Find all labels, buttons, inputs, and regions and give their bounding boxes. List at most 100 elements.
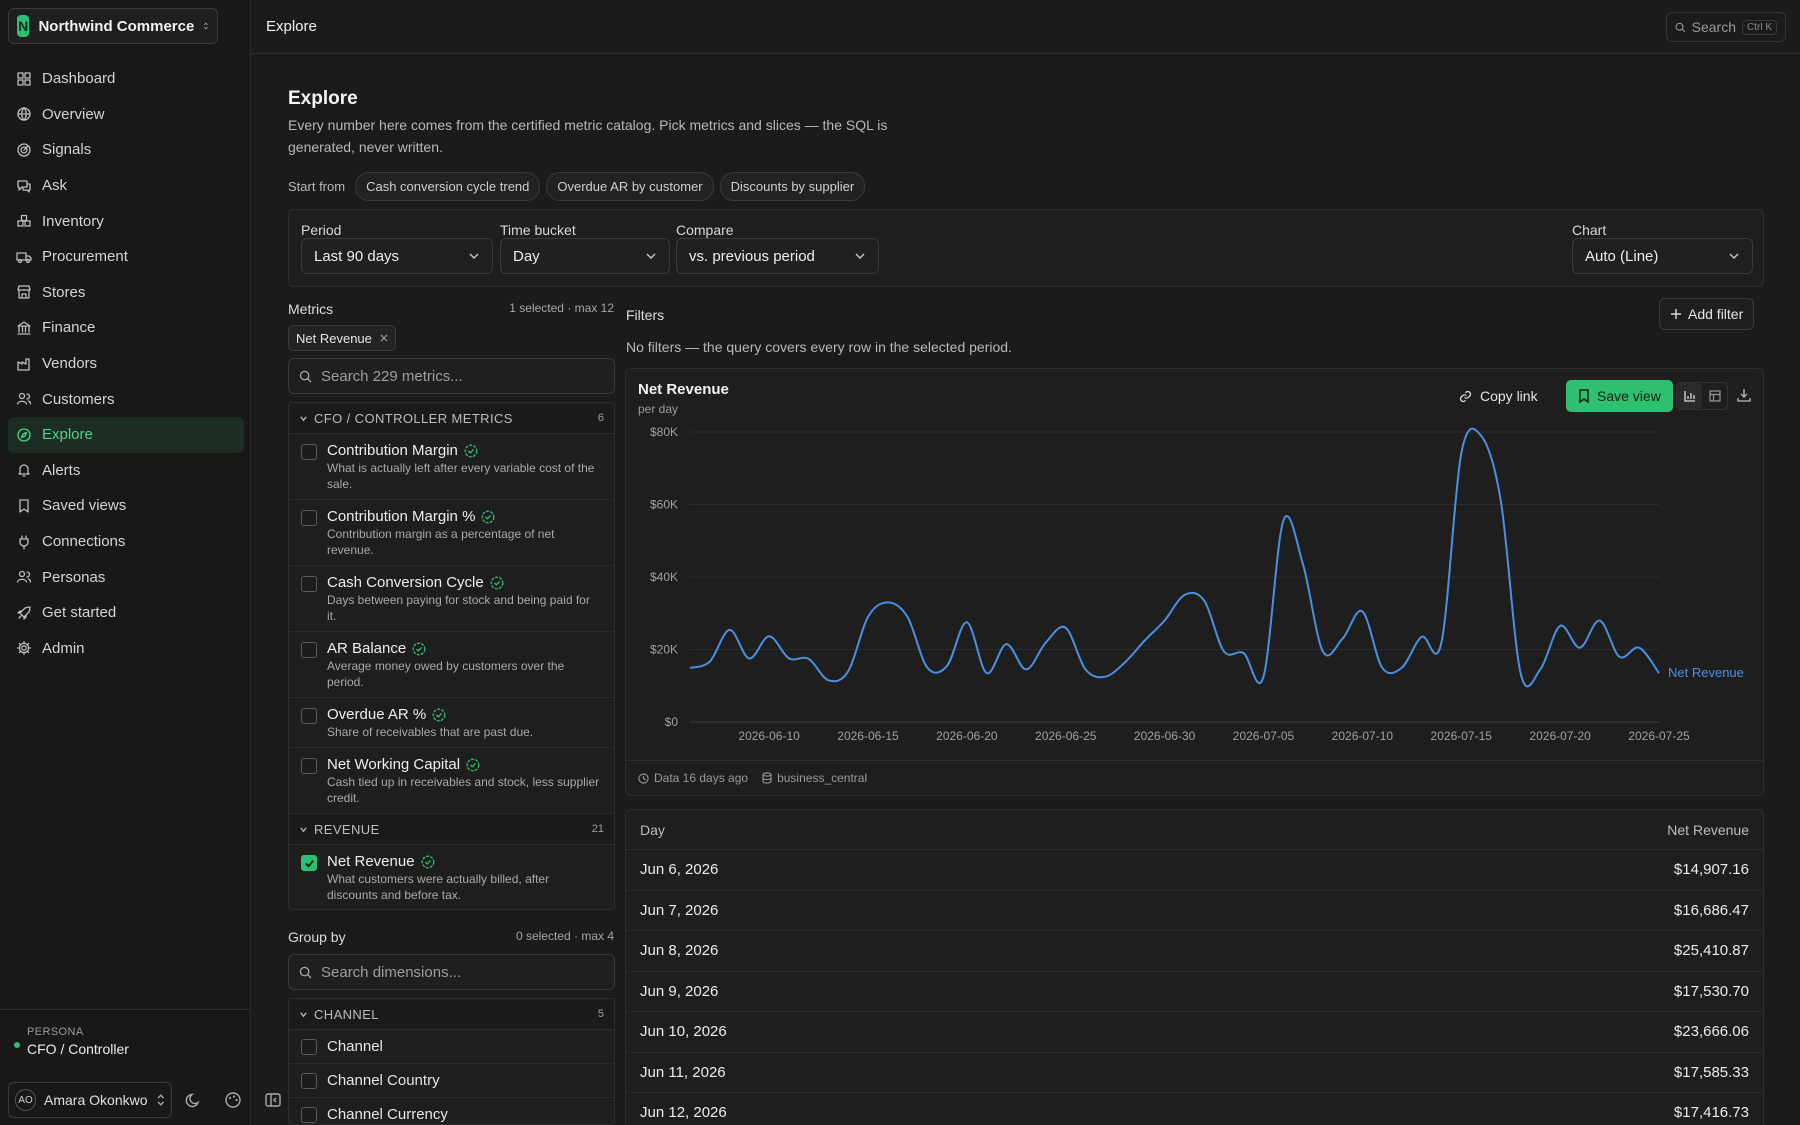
collapse-sidebar-icon[interactable] bbox=[264, 1091, 282, 1109]
data-point[interactable] bbox=[921, 662, 933, 674]
period-select[interactable]: Last 90 days bbox=[301, 238, 493, 274]
metric-group-header[interactable]: CFO / CONTROLLER METRICS 6 bbox=[289, 403, 614, 434]
data-point[interactable] bbox=[763, 630, 775, 642]
data-point[interactable] bbox=[941, 660, 953, 672]
sidebar-item-dashboard[interactable]: Dashboard bbox=[8, 61, 244, 97]
data-point[interactable] bbox=[704, 656, 716, 668]
dimension-item[interactable]: Channel bbox=[289, 1030, 614, 1064]
close-icon[interactable] bbox=[380, 334, 388, 342]
sidebar-item-personas[interactable]: Personas bbox=[8, 559, 244, 595]
data-point[interactable] bbox=[981, 667, 993, 679]
data-point[interactable] bbox=[1099, 671, 1111, 683]
sidebar-item-explore[interactable]: Explore bbox=[8, 416, 244, 453]
starter-chip[interactable]: Overdue AR by customer bbox=[546, 172, 714, 201]
time-bucket-select[interactable]: Day bbox=[500, 238, 670, 274]
dimension-item[interactable]: Channel Currency bbox=[289, 1098, 614, 1124]
data-point[interactable] bbox=[1376, 662, 1388, 674]
table-row[interactable]: Jun 6, 2026 $14,907.16 bbox=[626, 850, 1763, 891]
sidebar-item-stores[interactable]: Stores bbox=[8, 275, 244, 311]
sidebar-item-vendors[interactable]: Vendors bbox=[8, 346, 244, 382]
data-point[interactable] bbox=[1435, 636, 1447, 648]
dimension-checkbox[interactable] bbox=[301, 1038, 317, 1055]
data-point[interactable] bbox=[1159, 615, 1171, 627]
data-point[interactable] bbox=[1653, 667, 1665, 679]
metric-checkbox[interactable] bbox=[301, 758, 317, 774]
data-point[interactable] bbox=[1218, 645, 1230, 657]
data-point[interactable] bbox=[1633, 642, 1645, 654]
metric-item[interactable]: Net Working Capital Cash tied up in recei… bbox=[289, 748, 614, 814]
compare-select[interactable]: vs. previous period bbox=[676, 238, 879, 274]
data-point[interactable] bbox=[1416, 631, 1428, 643]
data-point[interactable] bbox=[822, 674, 834, 686]
data-point[interactable] bbox=[1060, 622, 1072, 634]
table-row[interactable]: Jun 10, 2026 $23,666.06 bbox=[626, 1012, 1763, 1053]
data-point[interactable] bbox=[902, 611, 914, 623]
column-header-net-revenue[interactable]: Net Revenue bbox=[1667, 822, 1749, 838]
data-point[interactable] bbox=[1455, 448, 1467, 460]
metric-checkbox[interactable] bbox=[301, 642, 317, 658]
column-header-day[interactable]: Day bbox=[640, 822, 665, 838]
metric-checkbox[interactable] bbox=[301, 444, 317, 460]
sidebar-item-admin[interactable]: Admin bbox=[8, 631, 244, 667]
data-point[interactable] bbox=[684, 662, 696, 674]
data-point[interactable] bbox=[882, 596, 894, 608]
data-point[interactable] bbox=[1139, 634, 1151, 646]
org-switcher[interactable]: N Northwind Commerce bbox=[8, 8, 218, 44]
metric-group-header[interactable]: REVENUE 21 bbox=[289, 814, 614, 845]
data-point[interactable] bbox=[862, 611, 874, 623]
metric-item[interactable]: AR Balance Average money owed by customer… bbox=[289, 632, 614, 698]
data-point[interactable] bbox=[1613, 651, 1625, 663]
metric-checkbox[interactable] bbox=[301, 855, 317, 871]
data-point[interactable] bbox=[1534, 663, 1546, 675]
data-point[interactable] bbox=[1020, 663, 1032, 675]
sidebar-item-alerts[interactable]: Alerts bbox=[8, 453, 244, 489]
sidebar-item-overview[interactable]: Overview bbox=[8, 97, 244, 133]
data-point[interactable] bbox=[1475, 430, 1487, 442]
metrics-search-input[interactable]: Search 229 metrics... bbox=[288, 358, 615, 394]
data-point[interactable] bbox=[842, 665, 854, 677]
data-point[interactable] bbox=[1238, 647, 1250, 659]
table-row[interactable]: Jun 8, 2026 $25,410.87 bbox=[626, 931, 1763, 972]
metric-item[interactable]: Contribution Margin What is actually left… bbox=[289, 434, 614, 500]
metric-item[interactable]: Overdue AR % Share of receivables that ar… bbox=[289, 698, 614, 748]
data-point[interactable] bbox=[1574, 642, 1586, 654]
data-point[interactable] bbox=[1040, 636, 1052, 648]
metric-checkbox[interactable] bbox=[301, 510, 317, 526]
dimensions-search-input[interactable]: Search dimensions... bbox=[288, 954, 615, 990]
metric-item[interactable]: Net Revenue What customers were actually … bbox=[289, 845, 614, 909]
dimension-group-header[interactable]: CHANNEL 5 bbox=[289, 999, 614, 1030]
data-point[interactable] bbox=[1277, 515, 1289, 527]
dimension-checkbox[interactable] bbox=[301, 1106, 317, 1123]
sidebar-item-customers[interactable]: Customers bbox=[8, 381, 244, 417]
moon-icon[interactable] bbox=[185, 1091, 203, 1109]
data-point[interactable] bbox=[1317, 645, 1329, 657]
sidebar-item-ask[interactable]: Ask bbox=[8, 168, 244, 204]
table-row[interactable]: Jun 9, 2026 $17,530.70 bbox=[626, 972, 1763, 1012]
data-point[interactable] bbox=[1297, 558, 1309, 570]
data-point[interactable] bbox=[803, 653, 815, 665]
sidebar-item-finance[interactable]: Finance bbox=[8, 310, 244, 346]
metric-checkbox[interactable] bbox=[301, 708, 317, 724]
data-point[interactable] bbox=[1119, 656, 1131, 668]
data-point[interactable] bbox=[1080, 663, 1092, 675]
table-row[interactable]: Jun 7, 2026 $16,686.47 bbox=[626, 891, 1763, 931]
data-point[interactable] bbox=[1594, 615, 1606, 627]
data-point[interactable] bbox=[1198, 595, 1210, 607]
data-point[interactable] bbox=[1515, 667, 1527, 679]
data-point[interactable] bbox=[1396, 662, 1408, 674]
global-search[interactable]: Search Ctrl K bbox=[1666, 12, 1786, 42]
data-point[interactable] bbox=[1495, 495, 1507, 507]
data-point[interactable] bbox=[1257, 671, 1269, 683]
sidebar-item-signals[interactable]: Signals bbox=[8, 132, 244, 168]
chart-type-select[interactable]: Auto (Line) bbox=[1572, 238, 1753, 274]
table-row[interactable]: Jun 11, 2026 $17,585.33 bbox=[626, 1053, 1763, 1093]
sidebar-item-saved-views[interactable]: Saved views bbox=[8, 488, 244, 524]
data-point[interactable] bbox=[724, 624, 736, 636]
data-point[interactable] bbox=[1178, 589, 1190, 601]
sidebar-item-get-started[interactable]: Get started bbox=[8, 595, 244, 631]
palette-icon[interactable] bbox=[224, 1091, 242, 1109]
data-point[interactable] bbox=[1000, 638, 1012, 650]
add-filter-button[interactable]: Add filter bbox=[1659, 298, 1755, 330]
data-point[interactable] bbox=[961, 616, 973, 628]
table-row[interactable]: Jun 12, 2026 $17,416.73 bbox=[626, 1093, 1763, 1125]
